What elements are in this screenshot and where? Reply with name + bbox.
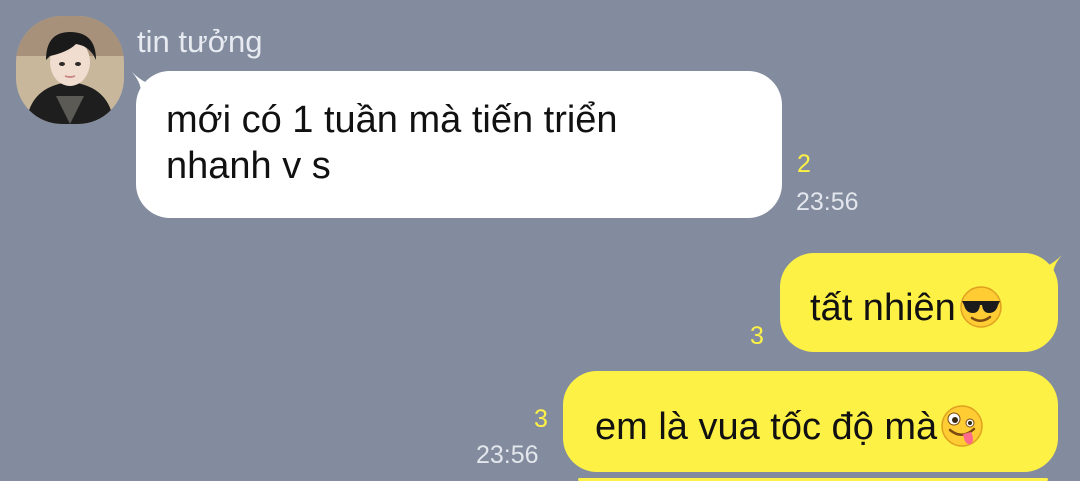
sender-name: tin tưởng bbox=[137, 24, 263, 59]
outgoing-unread-count-1: 3 bbox=[750, 322, 764, 350]
sender-avatar[interactable] bbox=[16, 16, 124, 124]
outgoing-message-text-1: tất nhiên bbox=[810, 287, 956, 329]
outgoing-message-bubble-1[interactable]: tất nhiên bbox=[780, 253, 1058, 352]
outgoing-message-text-2: em là vua tốc độ mà bbox=[595, 406, 938, 448]
zany-face-icon bbox=[939, 402, 985, 448]
outgoing-message-time: 23:56 bbox=[476, 441, 539, 469]
incoming-message-line-2: nhanh v s bbox=[166, 145, 331, 187]
incoming-message-bubble[interactable]: mới có 1 tuần mà tiến triển nhanh v s bbox=[136, 71, 782, 218]
profile-photo-icon bbox=[16, 16, 124, 124]
outgoing-message-bubble-2[interactable]: em là vua tốc độ mà bbox=[563, 371, 1058, 472]
incoming-message-line-1: mới có 1 tuần mà tiến triển bbox=[166, 99, 618, 141]
incoming-unread-count: 2 bbox=[797, 150, 811, 178]
incoming-message-time: 23:56 bbox=[796, 188, 859, 216]
sunglasses-face-icon bbox=[958, 283, 1004, 329]
outgoing-unread-count-2: 3 bbox=[534, 405, 548, 433]
